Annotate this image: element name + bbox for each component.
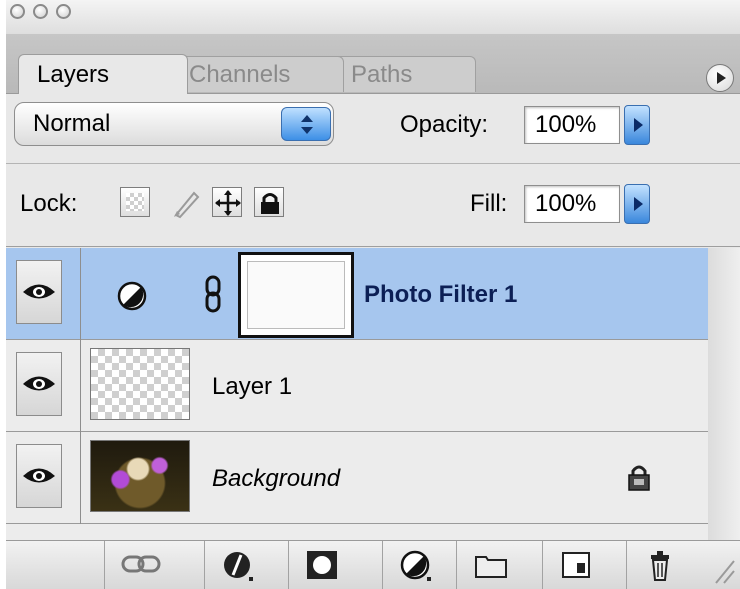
layer-mask-thumbnail[interactable] (238, 252, 354, 338)
link-layers-icon (121, 555, 161, 573)
eye-icon (23, 468, 55, 483)
layer-row-photo-filter[interactable]: Photo Filter 1 (6, 248, 708, 340)
background-image-thumbnail[interactable] (90, 440, 190, 512)
tab-layers[interactable]: Layers (18, 54, 188, 94)
opacity-field[interactable]: 100% (524, 106, 620, 144)
lock-image-button[interactable] (168, 185, 204, 221)
opacity-label: Opacity: (400, 111, 489, 138)
opacity-slider-button[interactable] (624, 105, 650, 145)
row-divider (80, 432, 81, 524)
new-group-icon (475, 556, 507, 578)
link-icon[interactable] (202, 274, 226, 316)
adjustment-icon (117, 281, 147, 311)
fill-field[interactable]: 100% (524, 185, 620, 223)
panel-menu-icon[interactable] (706, 64, 734, 92)
transparency-icon (126, 193, 144, 211)
scroll-track[interactable] (708, 248, 740, 540)
bottom-toolbar (6, 540, 740, 589)
lock-transparency-button[interactable] (120, 187, 150, 217)
layer-mask-button[interactable] (288, 541, 358, 589)
eye-icon (23, 284, 55, 299)
brush-icon (174, 191, 200, 219)
delete-icon (651, 551, 669, 581)
visibility-toggle[interactable] (16, 260, 62, 324)
lock-row: Lock: Fill: 100% (6, 165, 740, 247)
lock-label: Lock: (20, 190, 78, 217)
new-layer-button[interactable] (542, 541, 612, 589)
row-divider (80, 340, 81, 432)
layer-mask-icon (307, 551, 337, 579)
eye-icon (23, 376, 55, 391)
lock-icon (628, 465, 650, 491)
fill-label: Fill: (470, 190, 508, 217)
new-adjustment-layer-button[interactable] (382, 541, 452, 589)
layer-name: Layer 1 (212, 373, 293, 400)
layer-row-background[interactable]: Background (6, 432, 708, 524)
new-layer-icon (562, 552, 590, 578)
blend-mode-arrows-icon[interactable] (281, 107, 331, 141)
link-layers-button[interactable] (104, 541, 174, 589)
title-bar (6, 0, 740, 34)
blend-mode-value: Normal (33, 110, 111, 137)
layers-list: Photo Filter 1 Layer 1 Background (6, 248, 740, 540)
new-group-button[interactable] (456, 541, 526, 589)
visibility-toggle[interactable] (16, 444, 62, 508)
blend-mode-select[interactable]: Normal (14, 102, 334, 146)
layer-row-layer-1[interactable]: Layer 1 (6, 340, 708, 432)
blend-row: Normal Opacity: 100% (6, 94, 740, 164)
lock-icon (261, 193, 279, 214)
window-zoom-icon[interactable] (56, 4, 71, 19)
submenu-indicator (427, 577, 431, 581)
visibility-toggle[interactable] (16, 352, 62, 416)
layer-name: Background (212, 465, 341, 492)
layer-thumbnail[interactable] (90, 348, 190, 420)
lock-all-button[interactable] (254, 187, 284, 217)
row-divider (80, 248, 81, 340)
window-close-icon[interactable] (10, 4, 25, 19)
tab-bar: Paths Channels Layers (6, 34, 740, 94)
layer-style-button[interactable] (204, 541, 274, 589)
lock-position-button[interactable] (212, 187, 242, 217)
resize-grip-icon[interactable] (712, 555, 736, 585)
submenu-indicator (249, 577, 253, 581)
tab-paths[interactable]: Paths (326, 56, 476, 92)
move-icon (215, 190, 241, 216)
tab-channels[interactable]: Channels (174, 56, 344, 92)
fill-slider-button[interactable] (624, 184, 650, 224)
layers-panel: Paths Channels Layers Normal Opacity: 10… (6, 0, 740, 589)
layer-name: Photo Filter 1 (364, 281, 518, 308)
delete-layer-button[interactable] (626, 541, 696, 589)
mask-fill (247, 261, 345, 329)
window-minimize-icon[interactable] (33, 4, 48, 19)
